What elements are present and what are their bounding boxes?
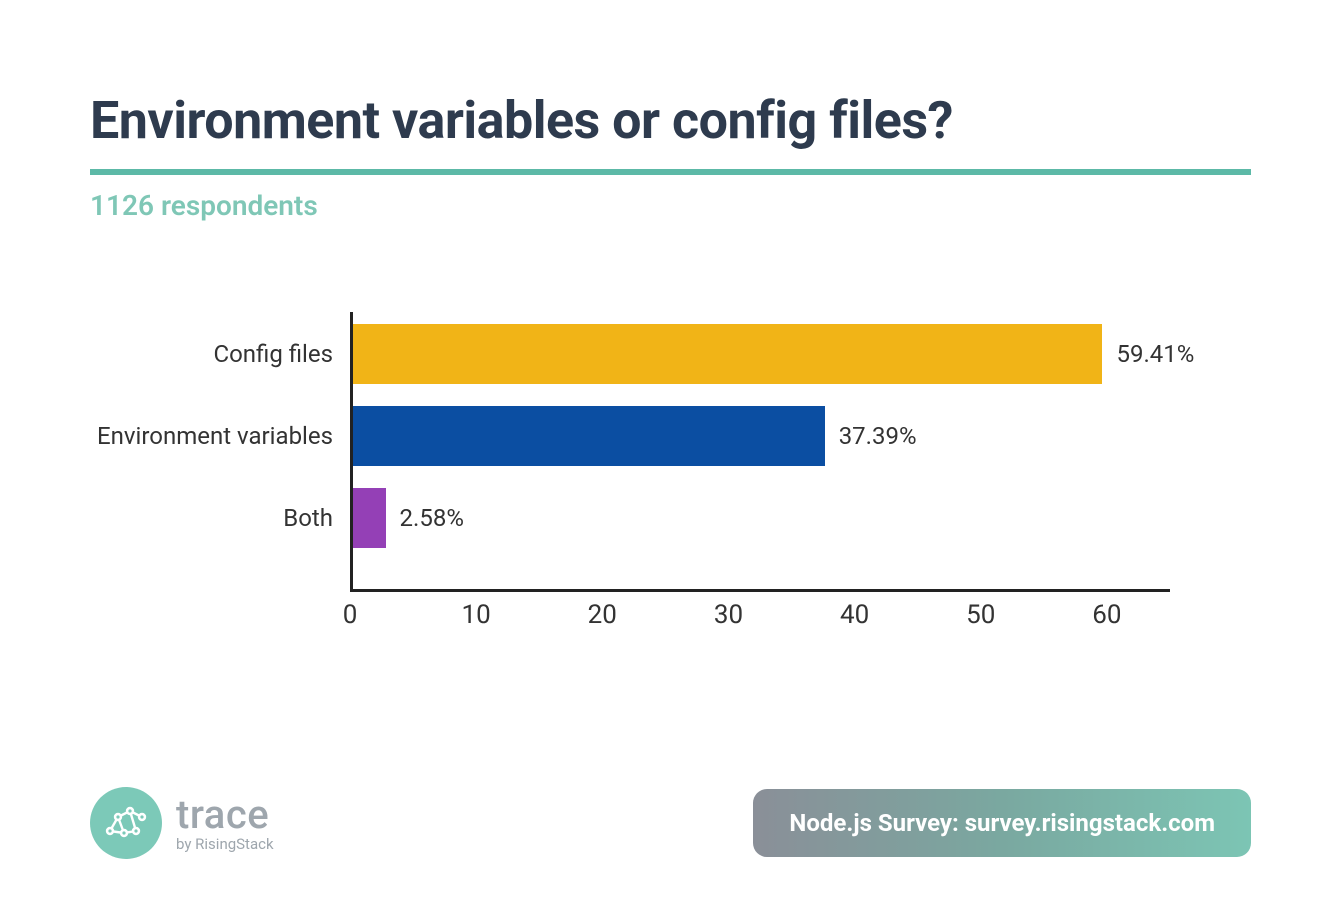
bar — [353, 324, 1102, 384]
category-label: Config files — [213, 340, 353, 368]
survey-badge: Node.js Survey: survey.risingstack.com — [753, 789, 1251, 857]
bar-value-label: 2.58% — [400, 504, 464, 532]
bar — [353, 488, 386, 548]
trace-logo-icon — [90, 787, 162, 859]
x-tick-label: 40 — [840, 600, 869, 630]
footer: trace by RisingStack Node.js Survey: sur… — [90, 787, 1251, 859]
x-tick-label: 50 — [966, 600, 995, 630]
bar-chart: Config files59.41%Environment variables3… — [350, 312, 1170, 632]
x-tick-label: 10 — [462, 600, 491, 630]
x-tick-label: 60 — [1092, 600, 1121, 630]
category-label: Environment variables — [97, 422, 353, 450]
bar-value-label: 59.41% — [1116, 340, 1194, 368]
x-tick-label: 30 — [714, 600, 743, 630]
title-rule — [90, 169, 1251, 175]
bar — [353, 406, 825, 466]
x-tick-label: 20 — [588, 600, 617, 630]
bar-row: Environment variables37.39% — [353, 406, 917, 466]
bar-row: Config files59.41% — [353, 324, 1194, 384]
respondents-count: 1126 respondents — [90, 189, 1251, 222]
bar-value-label: 37.39% — [839, 422, 917, 450]
chart-title: Environment variables or config files? — [90, 90, 1251, 151]
trace-logo-byline: by RisingStack — [176, 837, 274, 852]
x-tick-label: 0 — [343, 600, 358, 630]
category-label: Both — [283, 504, 353, 532]
trace-logo: trace by RisingStack — [90, 787, 274, 859]
bar-row: Both2.58% — [353, 488, 464, 548]
trace-logo-text: trace — [176, 795, 274, 835]
